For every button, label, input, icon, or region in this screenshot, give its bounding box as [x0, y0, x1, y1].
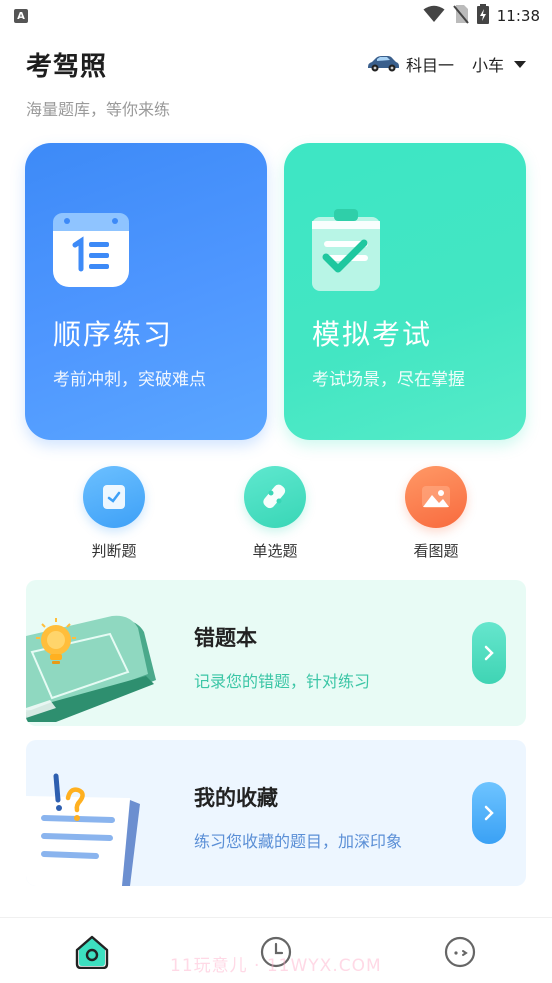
profile-icon[interactable] — [440, 932, 480, 972]
mock-exam-title: 模拟考试 — [312, 318, 433, 351]
bottom-nav: 11玩意儿 · 11WYX.COM — [0, 917, 552, 983]
image-icon[interactable] — [405, 466, 467, 528]
sequential-practice-card[interactable]: 顺序练习 考前冲刺，突破难点 — [25, 143, 267, 440]
chevron-right-icon[interactable] — [472, 782, 506, 844]
home-icon[interactable] — [72, 932, 112, 972]
wrong-book-title: 错题本 — [194, 626, 257, 650]
status-bar: A 11:38 — [0, 0, 552, 32]
wifi-icon — [423, 5, 445, 27]
mock-exam-card[interactable]: 模拟考试 考试场景，尽在掌握 — [284, 143, 526, 440]
subject-vehicle-selector[interactable]: 科目一 小车 — [366, 52, 526, 76]
page-title: 考驾照 — [26, 51, 108, 82]
judge-question-entry[interactable]: 判断题 — [69, 466, 159, 566]
notification-icon: A — [14, 9, 28, 23]
favorites-desc: 练习您收藏的题目，加深印象 — [194, 832, 403, 851]
single-choice-entry[interactable]: 单选题 — [230, 466, 320, 566]
list-calendar-icon — [51, 209, 131, 289]
car-icon — [366, 55, 400, 73]
image-question-entry[interactable]: 看图题 — [391, 466, 481, 566]
status-time: 11:38 — [496, 7, 540, 25]
clipboard-check-icon — [310, 209, 390, 291]
page-subtitle: 海量题库，等你来练 — [26, 100, 171, 119]
single-choice-icon[interactable] — [244, 466, 306, 528]
vehicle-label: 小车 — [471, 56, 504, 75]
single-choice-label: 单选题 — [252, 542, 298, 560]
wrong-book-card[interactable]: 错题本 记录您的错题，针对练习 — [26, 580, 526, 726]
notebook-question-illustration — [26, 740, 176, 886]
favorites-title: 我的收藏 — [194, 786, 278, 810]
caret-down-icon — [514, 60, 526, 68]
header: 考驾照 科目一 小车 — [26, 44, 526, 84]
subject-label: 科目一 — [405, 56, 454, 75]
chevron-right-icon[interactable] — [472, 622, 506, 684]
image-question-label: 看图题 — [413, 542, 459, 560]
battery-charging-icon — [476, 4, 489, 28]
mock-exam-desc: 考试场景，尽在掌握 — [312, 370, 465, 390]
watermark: 11玩意儿 · 11WYX.COM — [170, 956, 382, 976]
no-sim-icon — [452, 4, 469, 28]
sequential-practice-desc: 考前冲刺，突破难点 — [53, 370, 206, 390]
judge-label: 判断题 — [91, 542, 137, 560]
notebook-lightbulb-illustration — [26, 580, 176, 726]
judge-icon[interactable] — [83, 466, 145, 528]
favorites-card[interactable]: 我的收藏 练习您收藏的题目，加深印象 — [26, 740, 526, 886]
sequential-practice-title: 顺序练习 — [53, 318, 174, 351]
wrong-book-desc: 记录您的错题，针对练习 — [194, 672, 371, 691]
